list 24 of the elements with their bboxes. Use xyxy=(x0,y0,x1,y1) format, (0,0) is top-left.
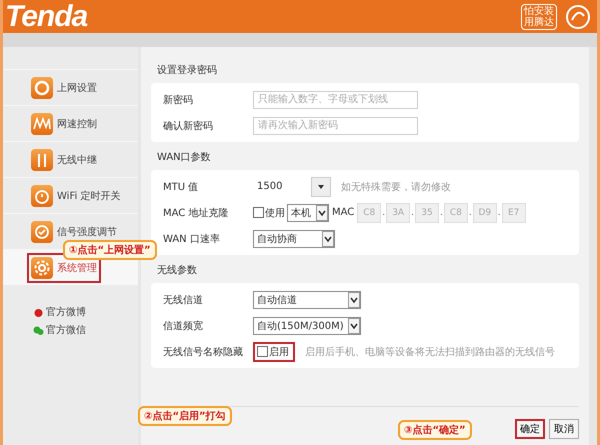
field-label: 无线信道 xyxy=(163,294,204,306)
field-label: MAC 地址克隆 xyxy=(163,206,230,220)
field-label: 信道频宽 xyxy=(163,320,204,332)
mac-separator: . xyxy=(382,208,386,218)
field-label: MTU 值 xyxy=(163,180,200,194)
instruction-tooltip: ①点击“上网设置” xyxy=(63,240,157,260)
section-title: 无线参数 xyxy=(156,264,198,278)
slogan-badge: 怕安装 用腾达 xyxy=(521,4,557,30)
mac-separator: . xyxy=(411,208,414,218)
instruction-tooltip: ③点击“确定” xyxy=(398,420,472,440)
section-title: 设置登录密码 xyxy=(156,64,218,78)
hint-text: 启用后手机、电脑等设备将无法扫描到路由器的无线信号 xyxy=(305,346,555,358)
field-label: 确认新密码 xyxy=(163,120,214,132)
instruction-tooltip: ②点击“启用”打勾 xyxy=(138,406,232,426)
mac-separator: . xyxy=(468,208,472,218)
field-label: 无线信号名称隐藏 xyxy=(163,346,244,358)
mac-separator: . xyxy=(498,208,501,218)
section-title: WAN口参数 xyxy=(156,150,212,165)
field-label: 新密码 xyxy=(163,94,194,106)
mac-label: MAC xyxy=(332,207,354,218)
mac-separator: . xyxy=(440,208,443,218)
hint-text: 如无特殊需要，请勿修改 xyxy=(341,180,451,194)
brand-logo: Tenda xyxy=(5,0,88,34)
field-label: WAN 口速率 xyxy=(163,232,221,246)
